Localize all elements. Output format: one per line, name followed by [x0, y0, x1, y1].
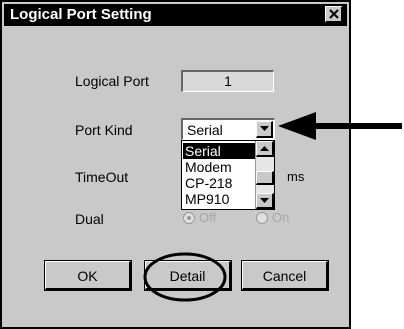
timeout-unit: ms — [287, 169, 305, 184]
dual-on-radio[interactable] — [256, 212, 268, 224]
option-serial[interactable]: Serial — [183, 143, 255, 159]
port-kind-label: Port Kind — [75, 122, 133, 138]
dual-on-label: On — [272, 210, 290, 225]
dual-off-label: Off — [199, 210, 217, 225]
port-kind-dropdown-list[interactable]: Serial Modem CP-218 MP910 — [181, 140, 275, 210]
dialog-titlebar: Logical Port Setting — [4, 4, 347, 26]
dual-off-radio[interactable] — [183, 212, 195, 224]
detail-button[interactable]: Detail — [144, 260, 232, 291]
dialog-title: Logical Port Setting — [10, 6, 152, 23]
option-modem[interactable]: Modem — [183, 159, 255, 175]
timeout-label: TimeOut — [75, 169, 129, 185]
logical-port-label: Logical Port — [75, 73, 149, 89]
cancel-button[interactable]: Cancel — [241, 260, 329, 291]
scroll-down-button[interactable] — [256, 193, 274, 209]
chevron-down-icon — [260, 197, 269, 203]
chevron-down-icon — [259, 126, 269, 131]
close-button[interactable] — [325, 6, 343, 23]
scroll-thumb[interactable] — [256, 171, 274, 185]
logical-port-setting-dialog: Logical Port Setting Logical Port 1 Port… — [0, 0, 351, 329]
dropdown-scrollbar[interactable] — [255, 141, 274, 209]
port-kind-dropdown-button[interactable] — [256, 121, 273, 138]
scroll-up-button[interactable] — [256, 141, 274, 157]
logical-port-field: 1 — [181, 70, 274, 92]
chevron-up-icon — [260, 145, 269, 151]
option-mp910[interactable]: MP910 — [183, 191, 255, 207]
option-cp-218[interactable]: CP-218 — [183, 175, 255, 191]
dual-label: Dual — [75, 211, 104, 227]
close-icon — [328, 9, 339, 19]
port-kind-select[interactable]: Serial — [181, 118, 275, 140]
port-kind-selected-value: Serial — [187, 122, 223, 138]
ok-button[interactable]: OK — [44, 260, 132, 291]
